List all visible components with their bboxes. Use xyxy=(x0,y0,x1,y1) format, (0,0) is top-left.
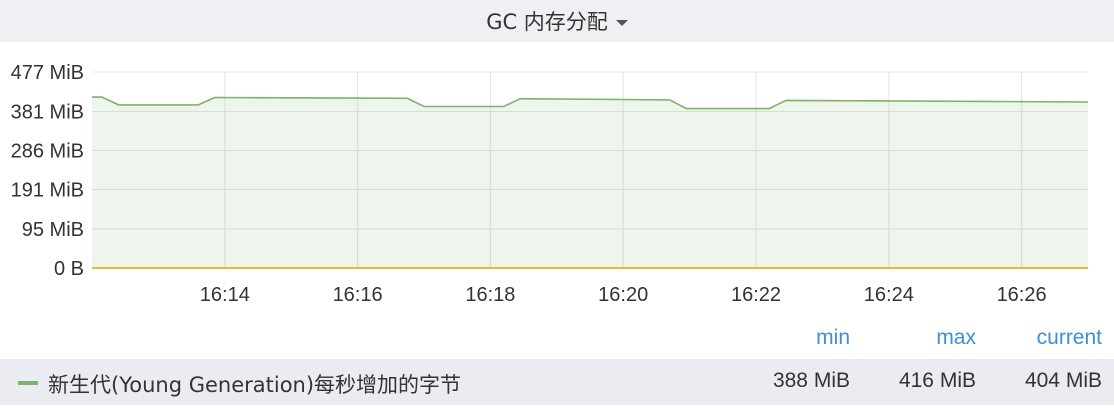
y-tick-label: 191 MiB xyxy=(11,180,84,202)
panel-title[interactable]: GC 内存分配 xyxy=(486,6,628,36)
x-axis: 16:14 16:16 16:18 16:20 16:22 16:24 16:26 xyxy=(200,284,1047,306)
series-layer xyxy=(92,96,1089,269)
x-tick-label: 16:18 xyxy=(465,284,515,306)
legend-series-max: 416 MiB xyxy=(898,369,976,392)
x-tick-label: 16:16 xyxy=(333,284,383,306)
panel-header: GC 内存分配 xyxy=(0,0,1114,42)
legend-header-min[interactable]: min xyxy=(780,326,850,350)
legend-header-current[interactable]: current xyxy=(990,326,1102,350)
legend-series-label[interactable]: 新生代(Young Generation)每秒增加的字节 xyxy=(48,369,461,399)
panel-title-text: GC 内存分配 xyxy=(486,10,608,34)
y-tick-label: 381 MiB xyxy=(11,101,84,123)
legend-header-max[interactable]: max xyxy=(890,326,976,350)
x-tick-label: 16:22 xyxy=(731,284,781,306)
y-axis: 0 B 95 MiB 191 MiB 286 MiB 381 MiB 477 MiB xyxy=(11,62,84,280)
x-tick-label: 16:26 xyxy=(997,284,1047,306)
x-tick-label: 16:20 xyxy=(598,284,648,306)
series-area-young-gen xyxy=(92,97,1088,268)
y-tick-label: 477 MiB xyxy=(11,62,84,84)
x-tick-label: 16:14 xyxy=(200,284,250,306)
x-tick-label: 16:24 xyxy=(864,284,914,306)
y-tick-label: 0 B xyxy=(54,258,84,280)
chevron-down-icon[interactable] xyxy=(615,20,628,26)
legend-series-swatch[interactable] xyxy=(18,381,38,385)
y-tick-label: 95 MiB xyxy=(22,219,84,241)
legend-series-current: 404 MiB xyxy=(1024,369,1102,392)
graph-panel: GC 内存分配 0 B 95 MiB 191 MiB 286 MiB 381 MiB 47… xyxy=(0,0,1114,408)
legend-series-row[interactable]: 新生代(Young Generation)每秒增加的字节 388 MiB 416… xyxy=(0,359,1114,405)
y-tick-label: 286 MiB xyxy=(11,140,84,162)
legend-series-min: 388 MiB xyxy=(772,369,850,392)
chart-area: 0 B 95 MiB 191 MiB 286 MiB 381 MiB 477 MiB 16… xyxy=(11,62,1089,306)
